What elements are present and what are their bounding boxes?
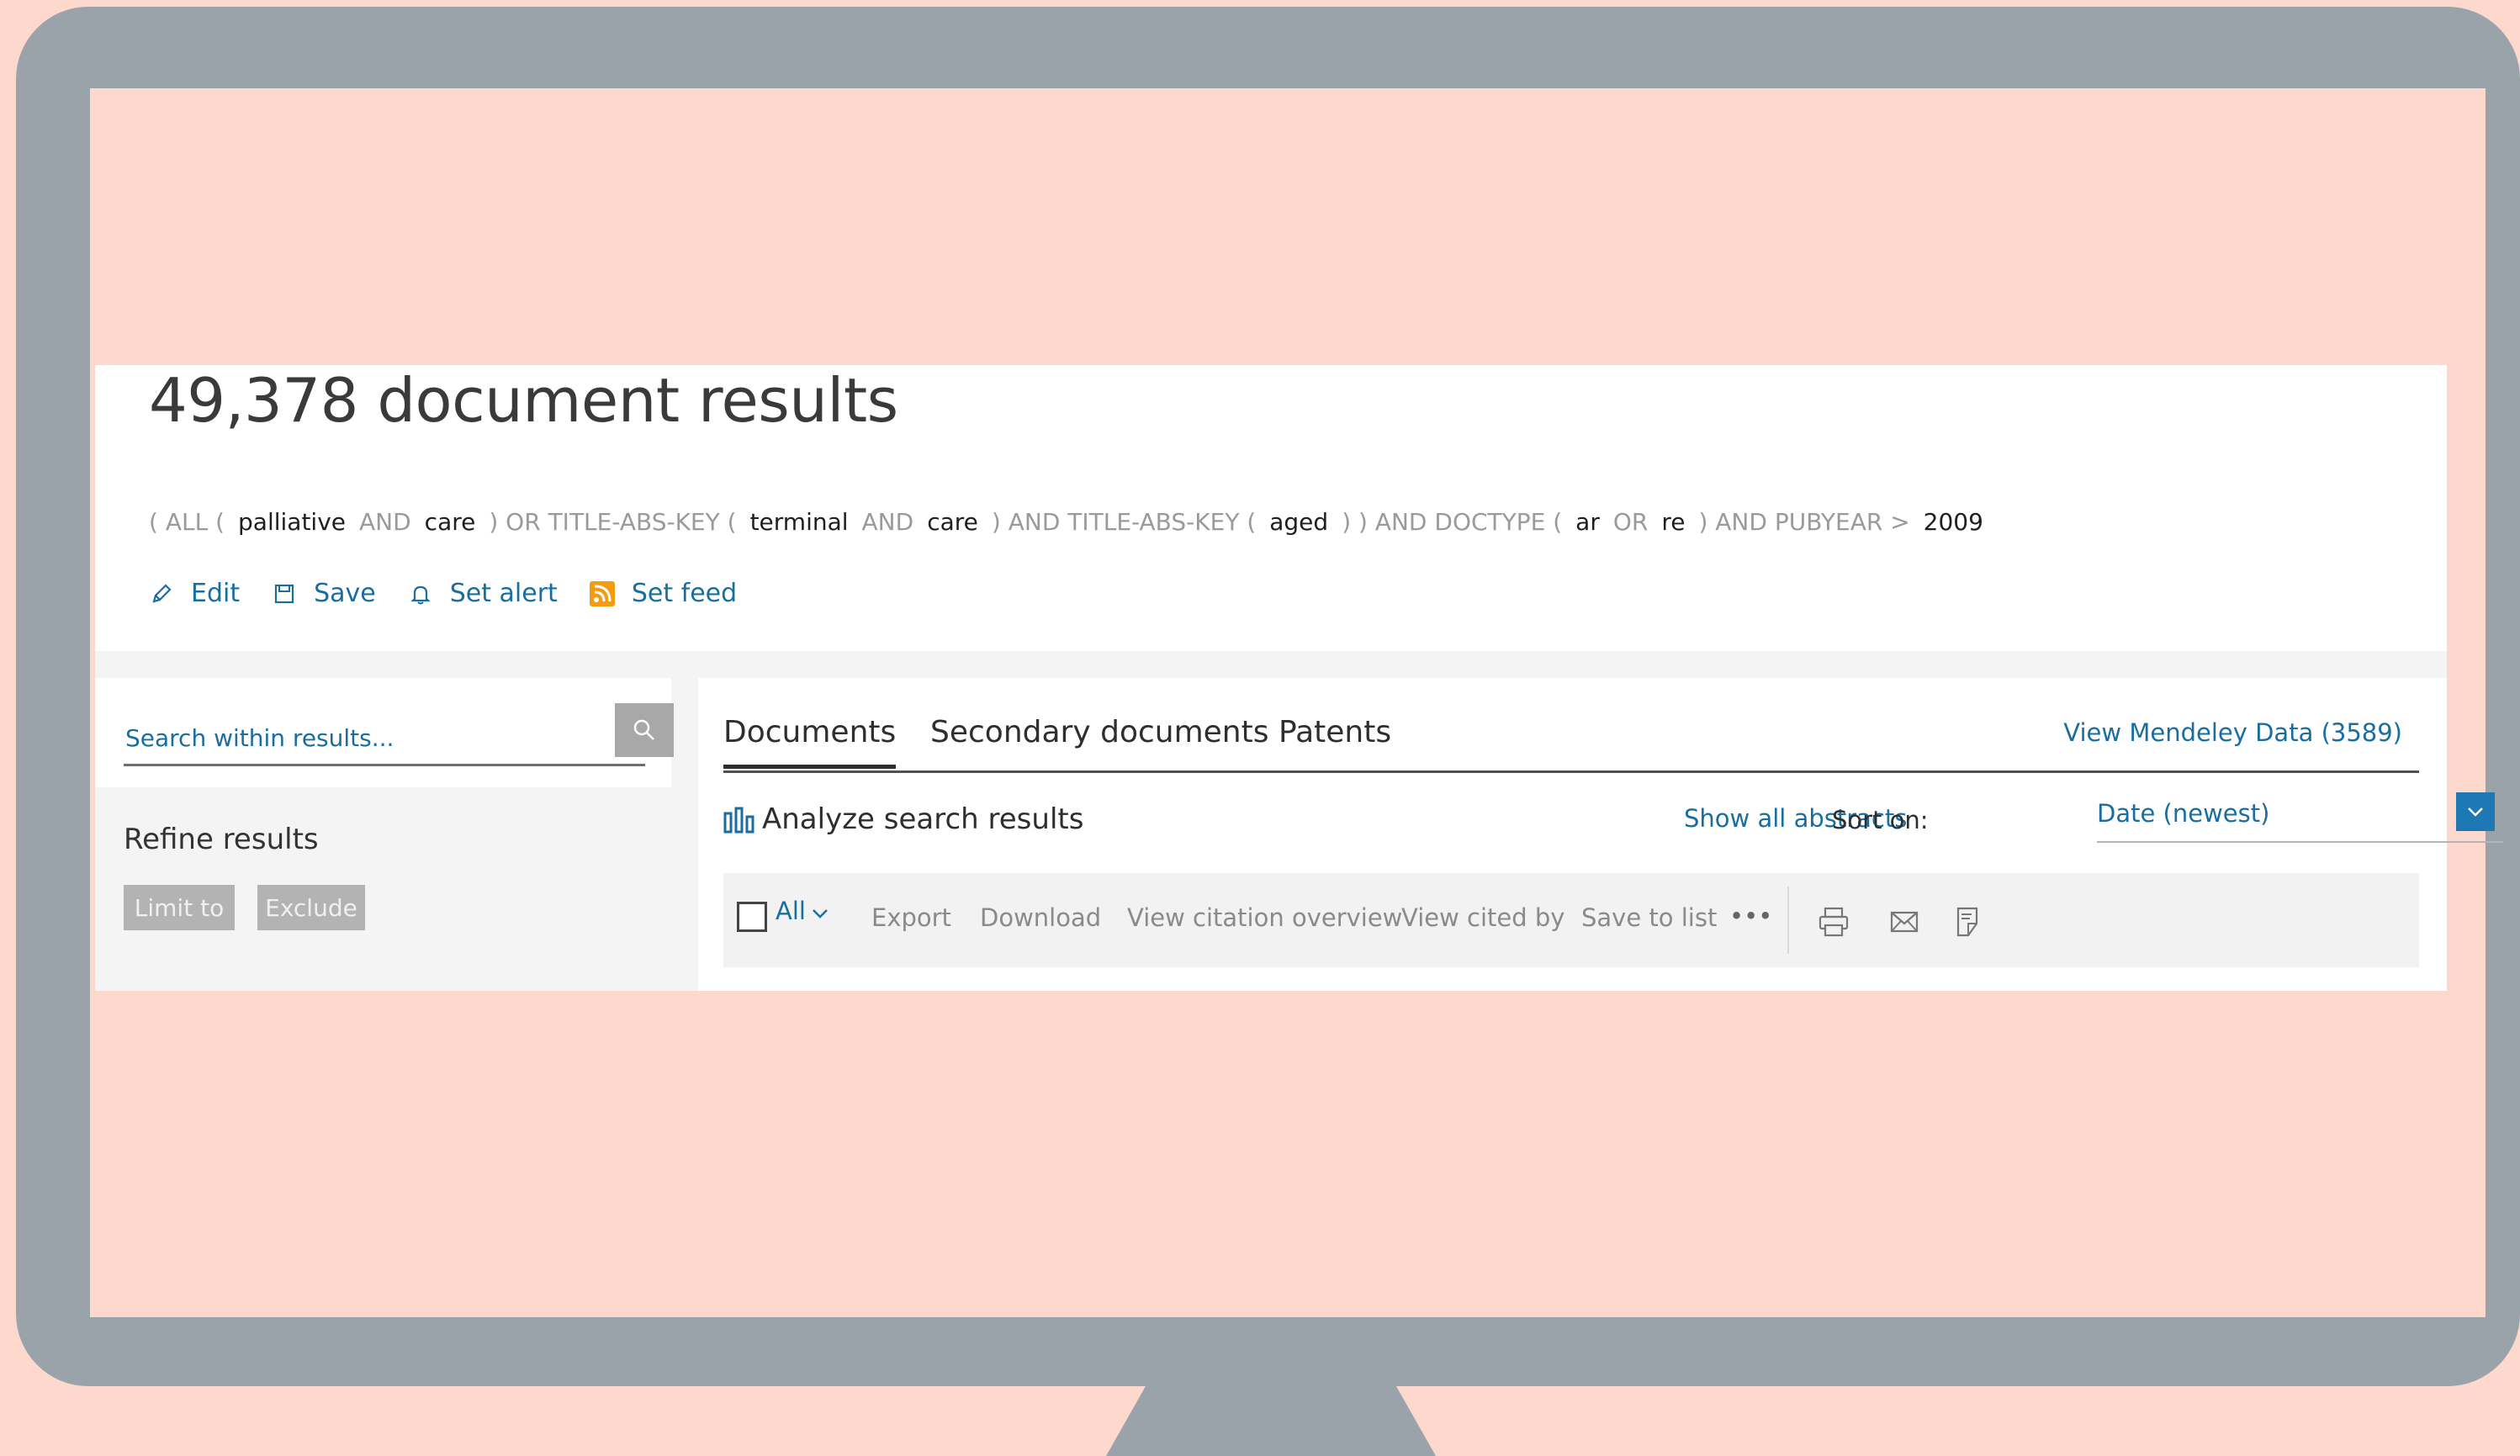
results-toolbar: All Export Download View citation overvi… xyxy=(723,873,2419,967)
query-term: aged xyxy=(1269,508,1329,536)
query-operator: AND xyxy=(861,508,914,536)
query-actions: Edit Save Set alert Set feed xyxy=(149,579,769,608)
query-operator: OR xyxy=(1612,508,1649,536)
edit-label: Edit xyxy=(191,579,241,608)
bar-chart-icon xyxy=(723,807,754,834)
results-main: Documents Secondary documents Patents Vi… xyxy=(698,678,2503,991)
sort-select[interactable]: Date (newest) xyxy=(2097,792,2503,843)
save-to-list-button[interactable]: Save to list xyxy=(1581,903,1717,932)
limit-to-button[interactable]: Limit to xyxy=(124,885,235,930)
query-term: ar xyxy=(1575,508,1600,536)
email-icon[interactable] xyxy=(1887,905,1921,939)
search-within-field xyxy=(124,703,674,766)
view-mendeley-data-link[interactable]: View Mendeley Data (3589) xyxy=(2063,718,2402,747)
query-operator: ( ALL ( xyxy=(149,508,225,536)
search-within-box xyxy=(95,678,674,787)
search-within-button[interactable] xyxy=(615,703,674,757)
results-count-title: 49,378 document results xyxy=(149,365,898,436)
chevron-down-icon[interactable] xyxy=(811,907,829,923)
set-alert-link[interactable]: Set alert xyxy=(408,579,558,608)
query-term: 2009 xyxy=(1923,508,1983,536)
results-header: 49,378 document results ( ALL ( palliativ… xyxy=(95,365,2447,651)
save-icon xyxy=(272,581,297,606)
query-operator: ) AND TITLE-ABS-KEY ( xyxy=(991,508,1257,536)
bell-icon xyxy=(408,581,433,606)
set-alert-label: Set alert xyxy=(449,579,558,608)
query-term: care xyxy=(424,508,476,536)
monitor-stand xyxy=(1106,1386,1436,1456)
analyze-search-results-link[interactable]: Analyze search results xyxy=(723,802,1083,836)
download-button[interactable]: Download xyxy=(980,903,1101,932)
chevron-down-icon[interactable] xyxy=(2456,792,2495,831)
query-term: care xyxy=(927,508,978,536)
document-tabs: Documents Secondary documents Patents Vi… xyxy=(723,695,2419,773)
select-all-checkbox[interactable] xyxy=(737,902,767,932)
sort-label: Sort on: xyxy=(1832,806,1929,834)
query-operator: ) AND PUBYEAR > xyxy=(1698,508,1910,536)
refine-results-heading: Refine results xyxy=(124,823,319,856)
export-button[interactable]: Export xyxy=(871,903,951,932)
more-options-button[interactable]: ••• xyxy=(1729,902,1772,930)
select-all-label[interactable]: All xyxy=(776,897,806,925)
query-term: terminal xyxy=(749,508,849,536)
query-operator: ) ) AND DOCTYPE ( xyxy=(1342,508,1563,536)
view-citation-overview-button[interactable]: View citation overview xyxy=(1127,903,1402,932)
save-label: Save xyxy=(314,579,376,608)
save-search-link[interactable]: Save xyxy=(272,579,376,608)
rss-feed-icon xyxy=(589,580,615,606)
search-query: ( ALL ( palliative AND care ) OR TITLE-ABS-K… xyxy=(149,508,1997,536)
query-term: palliative xyxy=(238,508,346,536)
query-operator: ) OR TITLE-ABS-KEY ( xyxy=(489,508,737,536)
set-feed-link[interactable]: Set feed xyxy=(589,579,738,608)
sort-selected-value: Date (newest) xyxy=(2097,799,2270,828)
view-cited-by-button[interactable]: View cited by xyxy=(1401,903,1564,932)
edit-query-link[interactable]: Edit xyxy=(149,579,240,608)
query-term: re xyxy=(1661,508,1686,536)
search-icon xyxy=(633,719,654,740)
print-icon[interactable] xyxy=(1817,905,1850,939)
tab-documents[interactable]: Documents xyxy=(723,715,897,769)
pencil-icon xyxy=(149,581,174,606)
tab-secondary-documents[interactable]: Secondary documents xyxy=(930,715,1269,765)
tab-patents[interactable]: Patents xyxy=(1279,715,1391,765)
analyze-label: Analyze search results xyxy=(762,802,1084,836)
scopus-results-page: 49,378 document results ( ALL ( palliativ… xyxy=(95,365,2503,991)
refine-sidebar: Refine results Limit to Exclude xyxy=(95,678,674,991)
bibliography-icon[interactable] xyxy=(1951,905,1985,939)
exclude-button[interactable]: Exclude xyxy=(257,885,365,930)
query-operator: AND xyxy=(359,508,411,536)
search-within-input[interactable] xyxy=(124,720,564,755)
set-feed-label: Set feed xyxy=(631,579,738,608)
toolbar-divider xyxy=(1787,887,1789,954)
